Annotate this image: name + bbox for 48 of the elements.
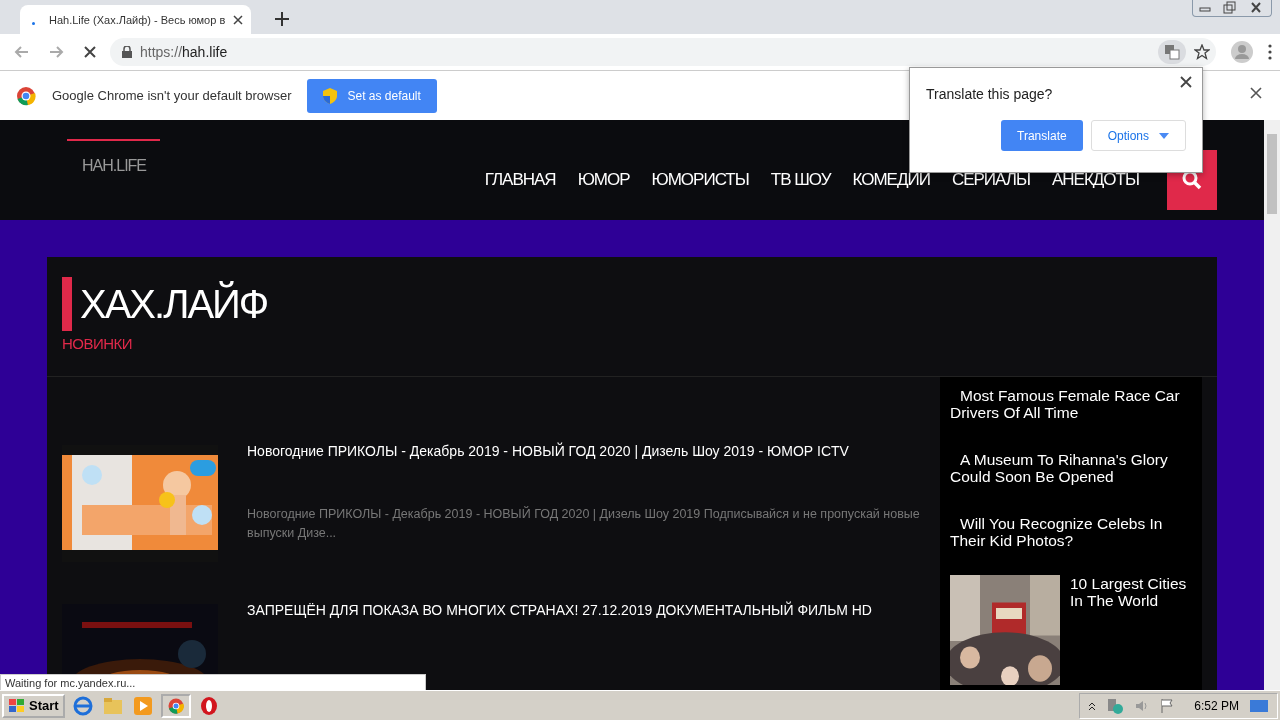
nav-link[interactable]: ГЛАВНАЯ [484, 170, 556, 190]
video-description: Новогодние ПРИКОЛЫ - Декабрь 2019 - НОВЫЙ ГОД 2020 | Дизель Шоу 2019 Подписывайся и не пропускай новые выпуски Дизе... [247, 505, 921, 542]
windows-logo-icon [8, 697, 26, 714]
article-link[interactable]: A Museum To Rihanna's Glory Could Soon Be Opened [950, 451, 1192, 485]
nav-link[interactable]: ТВ ШОУ [770, 170, 831, 190]
show-desktop-icon[interactable] [1249, 697, 1269, 714]
menu-icon[interactable] [1268, 44, 1272, 60]
popup-title: Translate this page? [926, 86, 1054, 102]
nav-link[interactable]: ЮМОР [577, 170, 630, 190]
accent-bar [62, 277, 72, 331]
nav-link[interactable]: АНЕКДОТЫ [1051, 170, 1139, 190]
chevron-icon[interactable] [1088, 700, 1097, 711]
scrollbar[interactable] [1264, 120, 1280, 690]
close-icon[interactable] [1250, 87, 1262, 99]
article-link[interactable]: 10 Largest Cities In The World [1070, 575, 1192, 685]
translate-button[interactable]: Translate [1001, 120, 1083, 151]
url-text: https://hah.life [140, 44, 228, 60]
site-logo[interactable]: HAH.LIFE [67, 139, 160, 175]
video-title[interactable]: ЗАПРЕЩЁН ДЛЯ ПОКАЗА ВО МНОГИХ СТРАНАХ! 27.12.2019 ДОКУМЕНТАЛЬНЫЙ ФИЛЬМ HD [247, 602, 872, 618]
network-icon[interactable] [1106, 696, 1125, 715]
nav-link[interactable]: КОМЕДИИ [852, 170, 930, 190]
infobar-message: Google Chrome isn't your default browser [52, 88, 292, 103]
page-heading: ХАХ.ЛАЙФ [80, 280, 268, 328]
options-button[interactable]: Options [1090, 120, 1186, 151]
flag-icon[interactable] [1160, 697, 1175, 714]
caret-icon [1159, 132, 1169, 139]
start-button[interactable]: Start [2, 693, 65, 718]
address-bar[interactable]: https://hah.life [110, 38, 1216, 66]
shield-icon [323, 87, 338, 104]
translate-icon[interactable] [1158, 40, 1186, 64]
set-default-button[interactable]: Set as default [307, 78, 437, 113]
new-tab-icon[interactable] [275, 12, 290, 26]
chrome-logo-icon [16, 85, 36, 106]
avatar-icon[interactable] [1230, 40, 1254, 64]
article-link[interactable]: Most Famous Female Race Car Drivers Of All Time [950, 387, 1192, 421]
chrome-icon[interactable] [160, 693, 191, 718]
star-icon[interactable] [1194, 44, 1210, 60]
video-title[interactable]: Новогодние ПРИКОЛЫ - Декабрь 2019 - НОВЫЙ ГОД 2020 | Дизель Шоу 2019 - ЮМОР ICTV [247, 443, 925, 459]
loading-icon [32, 22, 35, 25]
article-link[interactable]: Will You Recognize Celebs In Their Kid Photos? [950, 515, 1192, 549]
clock: 6:52 PM [1194, 698, 1239, 713]
tab-title: Hah.Life (Хах.Лайф) - Весь юмор в [49, 13, 226, 26]
close-icon[interactable] [1180, 76, 1192, 88]
browser-tab[interactable]: Hah.Life (Хах.Лайф) - Весь юмор в [20, 5, 252, 34]
section-label: НОВИНКИ [62, 335, 134, 352]
lock-icon [122, 46, 132, 58]
nav-link[interactable]: ЮМОРИСТЫ [651, 170, 749, 190]
close-icon[interactable] [233, 14, 244, 25]
